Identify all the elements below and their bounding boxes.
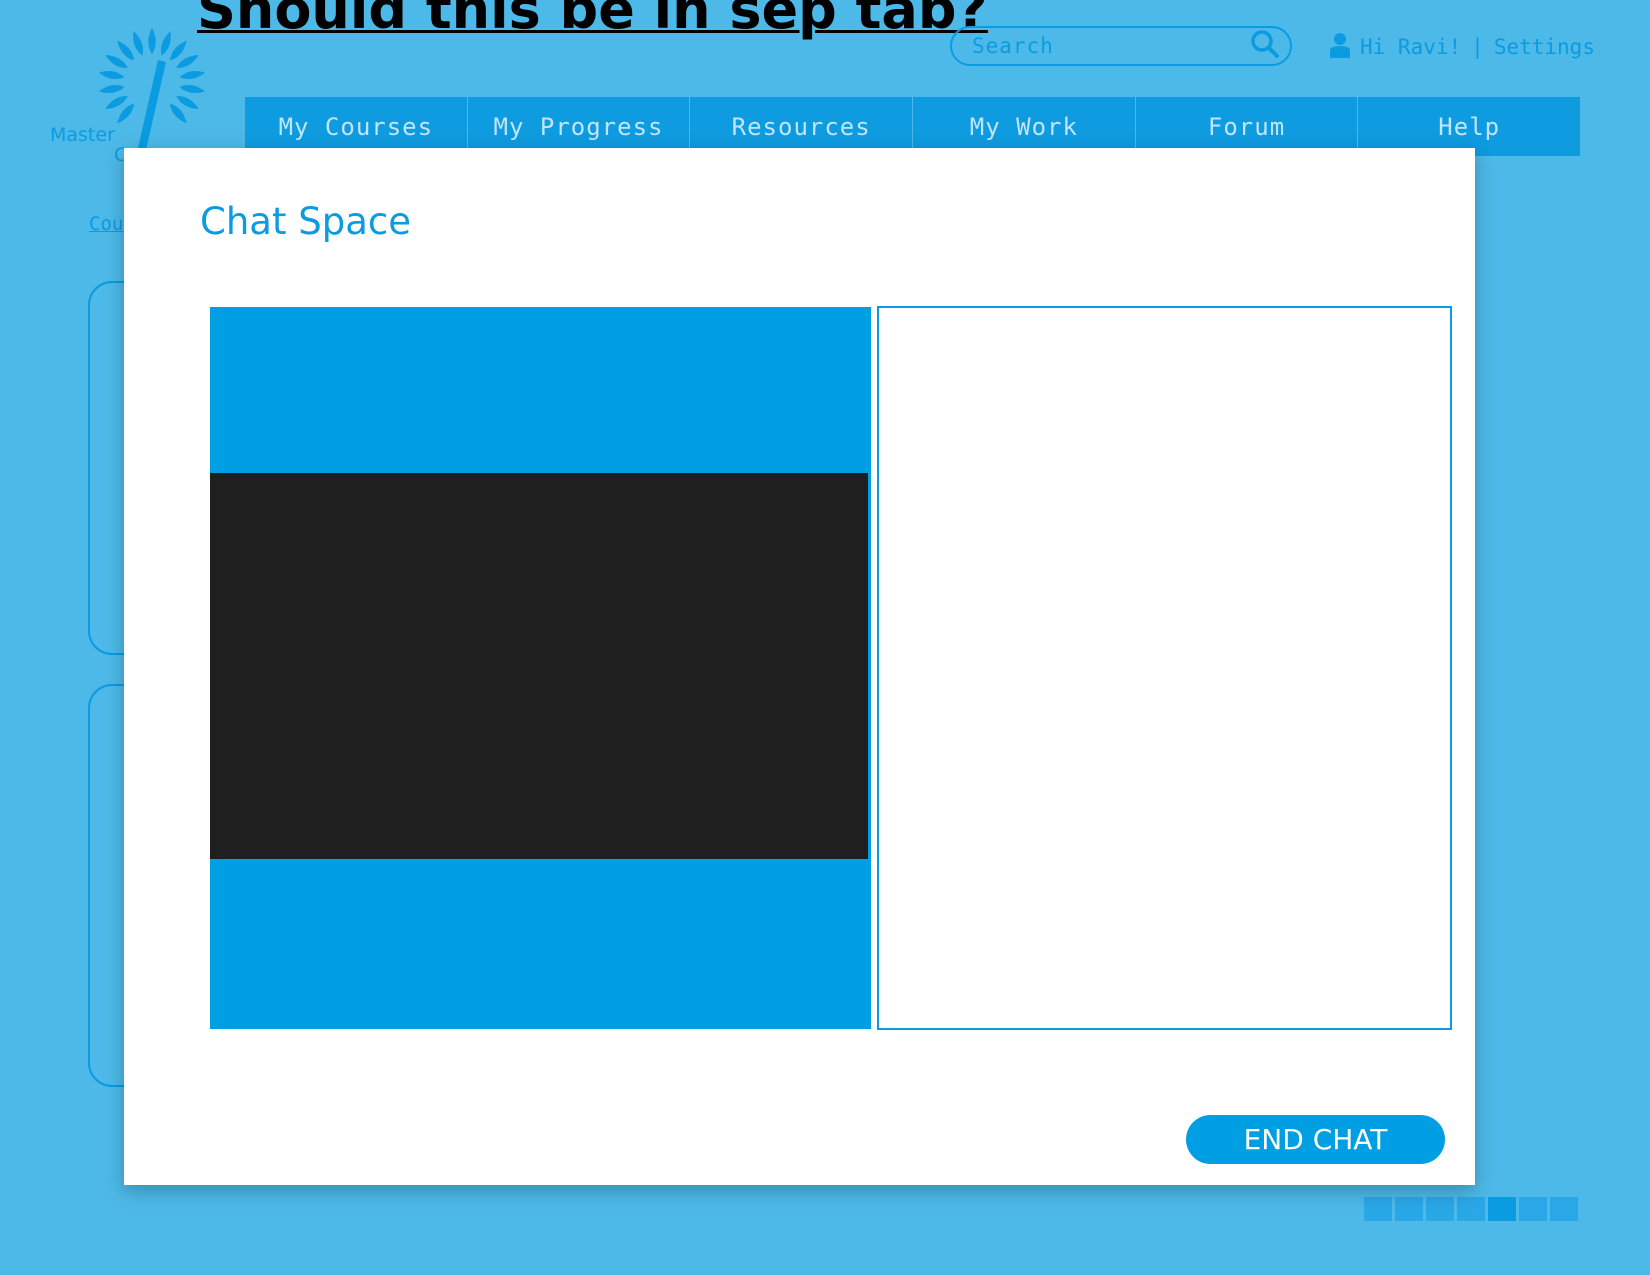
settings-link[interactable]: Settings [1494,35,1595,59]
person-icon [1330,32,1350,63]
user-menu: Hi Ravi! | Settings [1330,30,1595,64]
pagination [1364,1197,1578,1221]
logo-text-line1: Master [50,124,115,146]
page-indicator[interactable] [1550,1197,1578,1221]
end-chat-button[interactable]: END CHAT [1186,1115,1445,1164]
annotation-heading: Should this be in sep tab? [197,0,988,41]
page-indicator-active[interactable] [1488,1197,1516,1221]
page-indicator[interactable] [1457,1197,1485,1221]
user-menu-separator: | [1471,35,1484,59]
modal-title: Chat Space [200,200,411,243]
video-area[interactable] [210,307,871,1029]
user-greeting[interactable]: Hi Ravi! [1360,35,1461,59]
search-box[interactable] [950,26,1292,66]
page-indicator[interactable] [1395,1197,1423,1221]
page-indicator[interactable] [1364,1197,1392,1221]
page-indicator[interactable] [1426,1197,1454,1221]
magnifier-icon[interactable] [1250,29,1280,63]
chat-panel[interactable] [877,306,1452,1030]
page-indicator[interactable] [1519,1197,1547,1221]
breadcrumb-link[interactable]: Cou [89,213,123,235]
video-frame[interactable] [210,473,868,859]
search-input[interactable] [970,33,1250,59]
chat-modal: Chat Space END CHAT [124,148,1475,1185]
